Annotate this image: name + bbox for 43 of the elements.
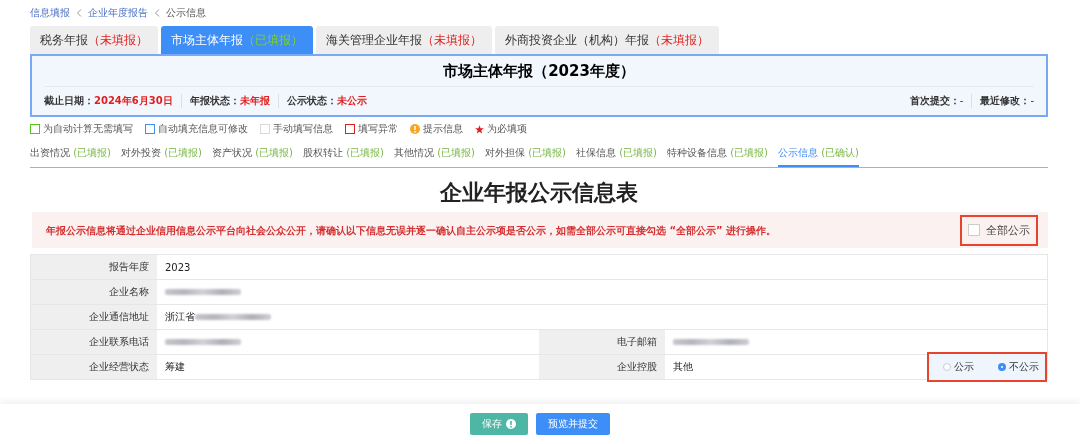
value-text: 筹建 — [165, 360, 185, 374]
legend-label: 自动填充信息可修改 — [158, 122, 248, 136]
report-tab[interactable]: 税务年报（未填报） — [30, 26, 158, 54]
section-tab[interactable]: 公示信息 (已确认) — [778, 141, 859, 167]
date-field: 首次提交：- — [909, 94, 972, 108]
section-tab[interactable]: 股权转让 (已填报) — [303, 141, 384, 167]
legend-label: 为自动计算无需填写 — [43, 122, 133, 136]
report-tab[interactable]: 外商投资企业（机构）年报（未填报） — [495, 26, 719, 54]
date-field: 最近修改：- — [971, 94, 1034, 108]
label-cell: 企业经营状态 — [31, 355, 157, 379]
notice-text: 年报公示信息将通过企业信用信息公示平台向社会公众公开，请确认以下信息无误并逐一确认自主公示项是否公示，如需全部公示可直接勾选 “全部公示” 进行操作。 — [46, 223, 777, 237]
section-tab[interactable]: 资产状况 (已填报) — [212, 141, 293, 167]
status-field: 年报状态：未年报 — [180, 94, 278, 108]
breadcrumb-link[interactable]: 信息填报 — [30, 6, 70, 20]
section-tab[interactable]: 社保信息 (已填报) — [576, 141, 657, 167]
section-tab[interactable]: 出资情况 (已填报) — [30, 141, 111, 167]
all-public-checkbox[interactable]: 全部公示 — [960, 214, 1038, 246]
value-text: 浙江省 — [165, 310, 195, 324]
label-cell: 电子邮箱 — [539, 330, 665, 354]
status-field: 公示状态：未公示 — [277, 94, 367, 108]
label-cell: 企业通信地址 — [31, 305, 157, 329]
report-title: 市场主体年报（2023年度） — [44, 56, 1034, 87]
legend-label: 手动填写信息 — [273, 122, 333, 136]
publicity-radio[interactable]: 公示 — [943, 360, 974, 374]
value-text: 2023 — [165, 261, 191, 273]
value-text: 其他 — [673, 360, 693, 374]
section-tab[interactable]: 其他情况 (已填报) — [394, 141, 475, 167]
report-tab[interactable]: 海关管理企业年报（未填报） — [316, 26, 492, 54]
section-tab[interactable]: 特种设备信息 (已填报) — [667, 141, 768, 167]
breadcrumb-link[interactable]: 公示信息 — [166, 6, 206, 20]
section-tab[interactable]: 对外投资 (已填报) — [121, 141, 202, 167]
legend-label: 填写异常 — [358, 122, 398, 136]
status-field: 截止日期：2024年6月30日 — [44, 94, 181, 108]
form-title: 企业年报公示信息表 — [439, 179, 639, 207]
breadcrumb-link[interactable]: 企业年度报告 — [88, 6, 148, 20]
publicity-radio[interactable]: 不公示 — [998, 360, 1039, 374]
label-cell: 报告年度 — [31, 255, 157, 279]
label-cell: 企业联系电话 — [31, 330, 157, 354]
label-cell: 企业名称 — [31, 280, 157, 304]
label-cell: 企业控股 — [539, 355, 665, 379]
legend-label: 为必填项 — [487, 122, 527, 136]
legend-label: 提示信息 — [423, 122, 463, 136]
section-tab[interactable]: 对外担保 (已填报) — [485, 141, 566, 167]
